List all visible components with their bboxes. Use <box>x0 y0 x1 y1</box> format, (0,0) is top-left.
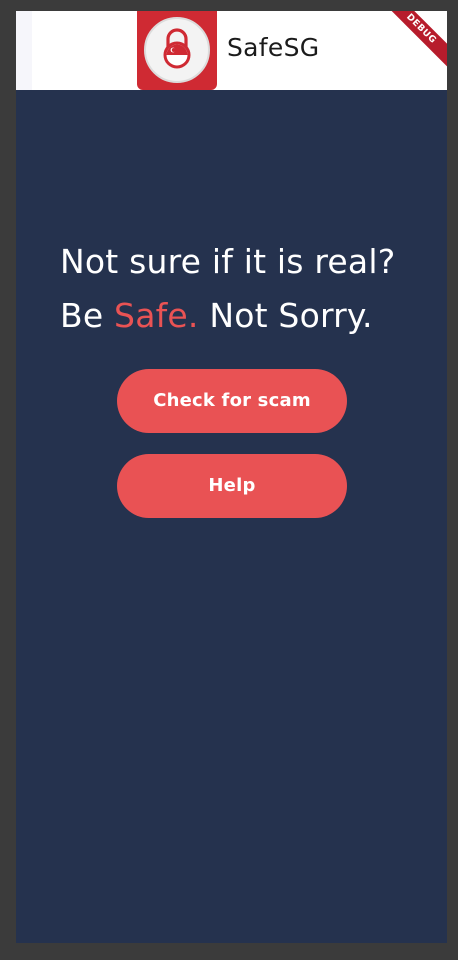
app-screen: SafeSG DEBUG Not sure if it is real? Be … <box>16 11 447 943</box>
padlock-logo-icon <box>137 11 217 90</box>
headline-suffix: Not Sorry. <box>198 296 373 335</box>
app-title: SafeSG <box>227 33 320 62</box>
headline-highlight: Safe. <box>114 296 199 335</box>
check-for-scam-button[interactable]: Check for scam <box>117 369 347 433</box>
app-bar: SafeSG DEBUG <box>16 11 447 90</box>
debug-banner: DEBUG <box>372 11 447 78</box>
headline-line-1: Not sure if it is real? <box>60 242 396 281</box>
app-bar-edge <box>16 11 32 90</box>
headline-prefix: Be <box>60 296 115 335</box>
hero-headline: Not sure if it is real? Be Safe. Not Sor… <box>60 235 440 343</box>
headline-line-2: Be Safe. Not Sorry. <box>60 289 440 343</box>
help-button[interactable]: Help <box>117 454 347 518</box>
